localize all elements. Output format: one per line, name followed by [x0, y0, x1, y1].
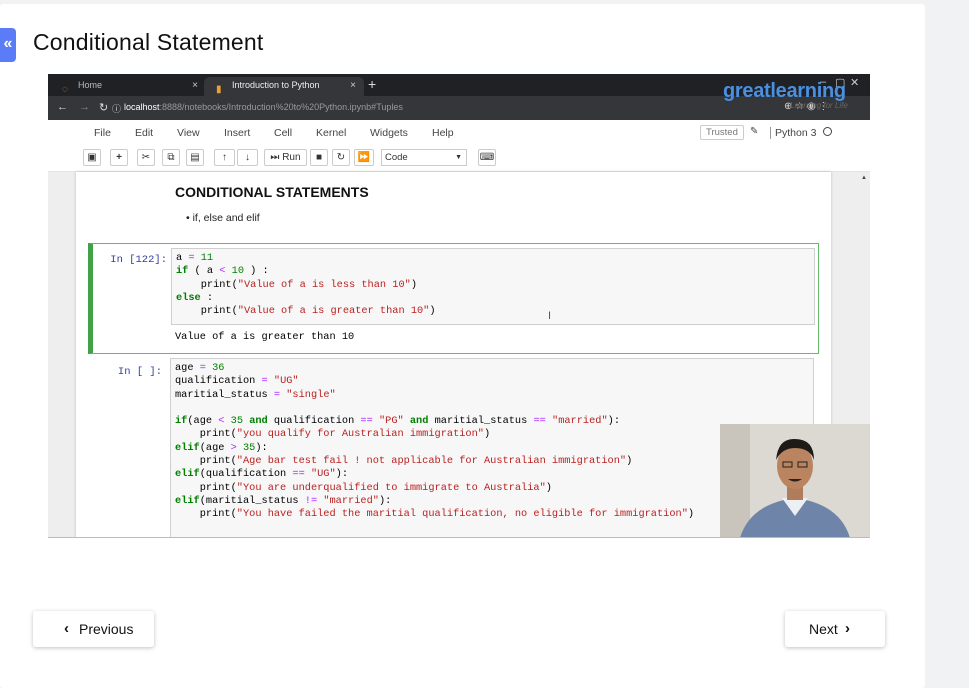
kernel-name: Python 3	[770, 127, 816, 139]
kernel-status-icon	[823, 127, 832, 136]
cut-icon: ✂	[137, 149, 155, 166]
info-icon: ⓘ	[112, 104, 122, 114]
menu-kernel: Kernel	[316, 127, 347, 139]
previous-label: Previous	[79, 621, 134, 637]
scroll-up-icon: ▲	[861, 175, 867, 181]
new-tab-icon: +	[368, 76, 377, 92]
chevron-left-icon: ‹	[64, 620, 69, 637]
cell-input: a = 11 if ( a < 10 ) : print("Value of a…	[171, 248, 815, 325]
move-up-icon: ↑	[214, 149, 235, 166]
paste-icon: ▤	[186, 149, 204, 166]
tab-close-icon: ×	[350, 80, 356, 91]
copy-icon: ⧉	[162, 149, 180, 166]
run-label: Run	[282, 152, 301, 163]
restart-icon: ↻	[332, 149, 350, 166]
trusted-badge: Trusted	[700, 125, 744, 140]
markdown-bullet: • if, else and elif	[186, 212, 260, 224]
url-text: localhost:8888/notebooks/Introduction%20…	[124, 102, 403, 112]
reload-icon: ↻	[99, 102, 109, 114]
menu-file: File	[94, 127, 111, 139]
forward-icon: →	[79, 101, 90, 113]
cell-prompt: In [122]:	[110, 254, 167, 266]
close-window-icon: ✕	[850, 77, 860, 89]
instructor-webcam	[720, 424, 870, 537]
menu-insert: Insert	[224, 127, 251, 139]
jupyter-menubar: File Edit View Insert Cell Kernel Widget…	[48, 120, 870, 144]
stop-icon: ■	[310, 149, 328, 166]
tab-close-icon: ×	[192, 80, 198, 91]
url-host: localhost	[124, 102, 160, 112]
markdown-heading: CONDITIONAL STATEMENTS	[175, 184, 369, 200]
cell-output: Value of a is greater than 10	[175, 331, 355, 343]
menu-help: Help	[432, 127, 454, 139]
cell-prompt: In [ ]:	[117, 366, 162, 378]
brand-tagline: Learning for Life	[790, 101, 848, 110]
next-label: Next	[809, 621, 838, 637]
lesson-page: « Conditional Statement ◌ Home × ▮ Intro…	[0, 4, 925, 688]
cell-input: age = 36 qualification = "UG" maritial_s…	[170, 358, 814, 537]
text-cursor-icon: I	[548, 310, 552, 322]
save-icon: ▣	[83, 149, 101, 166]
brand-logo: greatlearning	[723, 80, 846, 102]
code-cell: In [ ]: age = 36 qualification = "UG" ma…	[88, 358, 819, 537]
keyboard-icon: ⌨	[478, 149, 496, 166]
video-player[interactable]: ◌ Home × ▮ Introduction to Python × + – …	[48, 74, 870, 538]
instructor-video-frame	[720, 424, 870, 537]
menu-cell: Cell	[274, 127, 293, 139]
back-icon: ←	[57, 101, 68, 113]
notebook-page: CONDITIONAL STATEMENTS • if, else and el…	[76, 172, 831, 537]
next-button[interactable]: Next ›	[785, 611, 885, 647]
fast-forward-icon: ⏩	[354, 149, 374, 166]
chevron-right-icon: ›	[845, 620, 850, 637]
jupyter-toolbar: ▣ + ✂ ⧉ ▤ ↑ ↓ ⏭ Run ■ ↻ ⏩ Code ▼ ⌨	[48, 144, 870, 172]
code-cell-selected: In [122]: a = 11 if ( a < 10 ) : print("…	[88, 243, 819, 354]
run-icon: ⏭	[270, 152, 280, 163]
right-gutter	[925, 0, 969, 688]
sidebar-collapse-button[interactable]: «	[0, 28, 16, 62]
bullet-text: if, else and elif	[192, 212, 260, 224]
add-cell-icon: +	[110, 149, 128, 166]
previous-button[interactable]: ‹ Previous	[33, 611, 154, 647]
cell-type-select: Code ▼	[381, 149, 467, 166]
browser-tab-home: ◌ Home ×	[50, 77, 206, 96]
caret-down-icon: ▼	[455, 154, 462, 161]
page-title: Conditional Statement	[33, 29, 264, 55]
move-down-icon: ↓	[237, 149, 258, 166]
menu-edit: Edit	[135, 127, 154, 139]
pencil-icon: ✎	[750, 126, 759, 137]
browser-tab-notebook: ▮ Introduction to Python ×	[204, 77, 364, 96]
menu-view: View	[177, 127, 200, 139]
tab-label: Home	[78, 80, 103, 90]
run-button: ⏭ Run	[264, 149, 307, 166]
url-path: :8888/notebooks/Introduction%20to%20Pyth…	[159, 102, 403, 112]
tab-label: Introduction to Python	[232, 80, 320, 90]
cell-type-value: Code	[385, 152, 408, 163]
menu-widgets: Widgets	[370, 127, 408, 139]
